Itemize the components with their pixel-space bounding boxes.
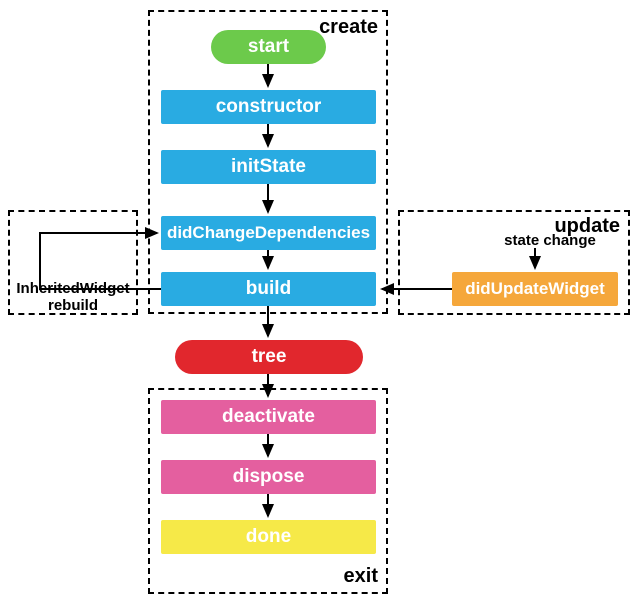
node-didchangedependencies: didChangeDependencies [161, 216, 376, 250]
node-initstate: initState [161, 150, 376, 184]
label-state-change: state change [495, 232, 605, 249]
node-constructor: constructor [161, 90, 376, 124]
node-dispose: dispose [161, 460, 376, 494]
node-done: done [161, 520, 376, 554]
label-inherited-rebuild: InheritedWidget rebuild [14, 280, 132, 315]
node-deactivate: deactivate [161, 400, 376, 434]
node-start: start [211, 30, 326, 64]
panel-exit-label: exit [344, 565, 378, 588]
node-didupdatewidget: didUpdateWidget [452, 272, 618, 306]
panel-create-label: create [319, 16, 378, 39]
node-build: build [161, 272, 376, 306]
node-tree: tree [175, 340, 363, 374]
